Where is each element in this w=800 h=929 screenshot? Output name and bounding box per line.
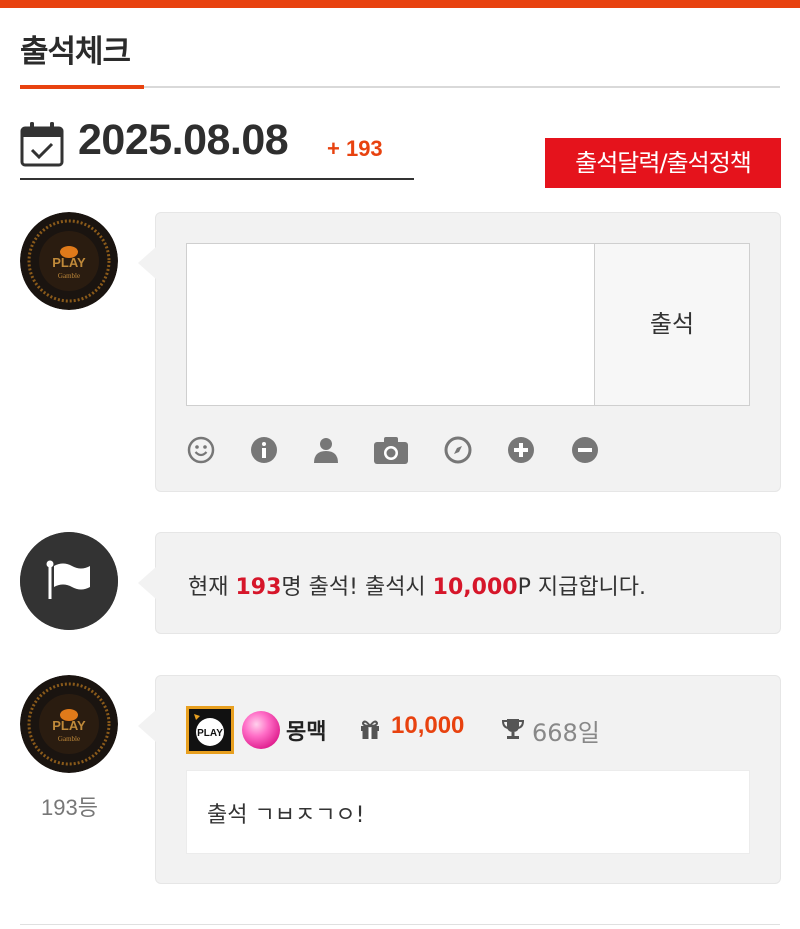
points-value: 10,000 xyxy=(391,712,465,739)
notice-suffix: P 지급합니다. xyxy=(517,575,647,600)
top-accent-bar xyxy=(0,0,800,8)
avatar: PLAY Gamble xyxy=(20,675,118,773)
trophy-icon xyxy=(501,719,525,739)
current-date: 2025.08.08 xyxy=(78,116,289,164)
bottom-divider xyxy=(20,924,780,925)
play-logo-icon: PLAY Gamble xyxy=(20,212,118,310)
user-icon[interactable] xyxy=(311,435,341,465)
notice-prefix: 현재 xyxy=(188,575,236,600)
calendar-icon xyxy=(20,122,64,167)
camera-icon[interactable] xyxy=(373,435,409,465)
calendar-policy-button[interactable]: 출석달력/출석정책 xyxy=(545,138,781,188)
entry-message: 출석 ㄱㅂㅈㄱㅇ! xyxy=(186,770,750,854)
notice-message: 현재 193명 출석! 출석시 10,000P 지급합니다. xyxy=(188,569,646,601)
title-underline xyxy=(20,85,144,89)
notice-middle: 명 출석! 출석시 xyxy=(281,575,433,600)
level-badge-icon: PLAY xyxy=(186,706,234,754)
avatar: PLAY Gamble xyxy=(20,212,118,310)
plus-circle-icon[interactable] xyxy=(506,435,536,465)
write-panel: 출석 xyxy=(138,212,781,492)
level-ball-icon xyxy=(242,711,280,749)
notice-panel: 현재 193명 출석! 출석시 10,000P 지급합니다. xyxy=(138,532,781,634)
notice-avatar xyxy=(20,532,118,630)
attendance-entry: PLAY 몽맥 10,000 668일 출석 ㄱㅂㅈㄱㅇ! xyxy=(138,675,781,884)
svg-text:Gamble: Gamble xyxy=(58,735,80,743)
attend-submit-button[interactable]: 출석 xyxy=(594,243,750,406)
flag-icon xyxy=(20,532,118,630)
date-bar: 2025.08.08 + 193 xyxy=(20,112,414,180)
svg-text:PLAY: PLAY xyxy=(52,255,86,270)
entry-header: PLAY 몽맥 10,000 668일 xyxy=(186,706,746,754)
rank-label: 193등 xyxy=(41,795,98,820)
page-title: 출석체크 xyxy=(20,34,131,70)
smile-icon[interactable] xyxy=(186,435,216,465)
notice-points: 10,000 xyxy=(432,575,518,600)
attendance-days: 668일 xyxy=(532,719,600,747)
svg-text:PLAY: PLAY xyxy=(197,728,223,739)
svg-text:Gamble: Gamble xyxy=(58,272,80,280)
play-logo-icon: PLAY Gamble xyxy=(20,675,118,773)
svg-text:PLAY: PLAY xyxy=(52,718,86,733)
notice-count: 193 xyxy=(235,575,282,600)
minus-circle-icon[interactable] xyxy=(570,435,600,465)
comment-input[interactable] xyxy=(187,244,595,405)
gift-icon xyxy=(361,720,379,739)
compass-icon[interactable] xyxy=(443,435,473,465)
info-icon[interactable] xyxy=(249,435,279,465)
nickname[interactable]: 몽맥 xyxy=(286,714,326,746)
today-count: + 193 xyxy=(327,136,383,161)
